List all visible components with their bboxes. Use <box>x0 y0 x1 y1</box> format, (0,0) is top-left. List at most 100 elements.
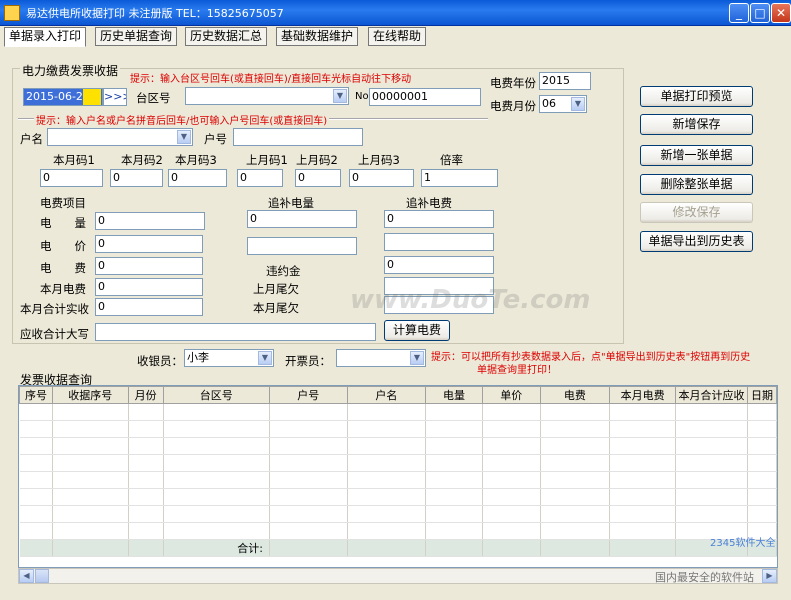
delete-receipt-button[interactable]: 删除整张单据 <box>640 174 753 195</box>
supp-kwh-field-2[interactable] <box>247 237 357 255</box>
scroll-left-icon[interactable]: ◀ <box>19 569 34 583</box>
month-total-field[interactable]: 0 <box>95 298 203 316</box>
date-arrow-button[interactable]: >>> <box>103 88 127 106</box>
table-cell[interactable] <box>347 454 427 472</box>
close-button[interactable]: ✕ <box>771 3 791 23</box>
table-cell[interactable] <box>52 505 129 523</box>
table-cell[interactable] <box>19 505 53 523</box>
table-cell[interactable] <box>540 488 611 506</box>
table-cell[interactable] <box>269 454 348 472</box>
add-save-button[interactable]: 新增保存 <box>640 114 753 135</box>
supp-kwh-field[interactable]: 0 <box>247 210 357 228</box>
table-cell[interactable] <box>675 488 748 506</box>
table-cell[interactable] <box>269 403 348 421</box>
table-cell[interactable] <box>269 505 348 523</box>
col-header[interactable]: 单价 <box>481 386 541 404</box>
table-cell[interactable] <box>163 420 271 438</box>
table-cell[interactable] <box>52 403 129 421</box>
name-select[interactable]: ▼ <box>47 128 193 146</box>
tab-basic-data[interactable]: 基础数据维护 <box>276 27 358 46</box>
table-cell[interactable] <box>347 471 427 489</box>
table-cell[interactable] <box>425 522 483 540</box>
total-caps-field[interactable] <box>95 323 376 341</box>
print-preview-button[interactable]: 单据打印预览 <box>640 86 753 107</box>
table-cell[interactable] <box>19 420 53 438</box>
table-cell[interactable] <box>482 437 541 455</box>
table-cell[interactable] <box>128 420 164 438</box>
table-cell[interactable] <box>52 471 129 489</box>
table-row[interactable] <box>19 454 777 472</box>
table-row[interactable] <box>19 403 777 421</box>
table-cell[interactable] <box>347 437 427 455</box>
cashier-select[interactable]: 小李 ▼ <box>184 349 274 367</box>
table-cell[interactable] <box>425 505 483 523</box>
col-header[interactable]: 序号 <box>19 386 53 404</box>
table-cell[interactable] <box>609 471 677 489</box>
table-cell[interactable] <box>609 403 677 421</box>
table-cell[interactable] <box>347 505 427 523</box>
table-cell[interactable] <box>747 471 777 489</box>
issuer-select[interactable]: ▼ <box>336 349 426 367</box>
scroll-right-icon[interactable]: ▶ <box>762 569 777 583</box>
table-cell[interactable] <box>163 454 271 472</box>
table-cell[interactable] <box>425 437 483 455</box>
meter-prev2-field[interactable]: 0 <box>295 169 341 187</box>
table-cell[interactable] <box>609 454 677 472</box>
chevron-down-icon[interactable]: ▼ <box>571 97 585 111</box>
table-row[interactable] <box>19 437 777 455</box>
table-cell[interactable] <box>19 403 53 421</box>
table-cell[interactable] <box>19 522 53 540</box>
table-cell[interactable] <box>52 420 129 438</box>
table-cell[interactable] <box>347 488 427 506</box>
fee-field[interactable]: 0 <box>95 257 203 275</box>
table-cell[interactable] <box>540 437 611 455</box>
table-cell[interactable] <box>540 403 611 421</box>
table-cell[interactable] <box>425 454 483 472</box>
supp-fee-field-2[interactable] <box>384 233 494 251</box>
year-field[interactable]: 2015 <box>539 72 591 90</box>
table-cell[interactable] <box>269 522 348 540</box>
supp-fee-field[interactable]: 0 <box>384 210 494 228</box>
tab-history-summary[interactable]: 历史数据汇总 <box>185 27 267 46</box>
table-cell[interactable] <box>540 522 611 540</box>
table-cell[interactable] <box>128 437 164 455</box>
table-row[interactable] <box>19 505 777 523</box>
price-field[interactable]: 0 <box>95 235 203 253</box>
table-cell[interactable] <box>163 488 271 506</box>
table-cell[interactable] <box>482 420 541 438</box>
table-cell[interactable] <box>163 403 271 421</box>
chevron-down-icon[interactable]: ▼ <box>333 89 347 103</box>
table-cell[interactable] <box>609 488 677 506</box>
maximize-button[interactable]: □ <box>750 3 770 23</box>
table-cell[interactable] <box>347 403 427 421</box>
col-header[interactable]: 月份 <box>127 386 164 404</box>
meter-curr2-field[interactable]: 0 <box>110 169 163 187</box>
receipt-no-field[interactable]: 00000001 <box>369 88 481 106</box>
table-cell[interactable] <box>609 420 677 438</box>
table-cell[interactable] <box>347 522 427 540</box>
table-cell[interactable] <box>540 505 611 523</box>
table-cell[interactable] <box>19 471 53 489</box>
table-cell[interactable] <box>482 488 541 506</box>
edit-save-button[interactable]: 修改保存 <box>640 202 753 223</box>
table-row[interactable] <box>19 522 777 540</box>
table-cell[interactable] <box>609 522 677 540</box>
table-cell[interactable] <box>609 437 677 455</box>
tab-entry-print[interactable]: 单据录入打印 <box>4 27 86 47</box>
table-cell[interactable] <box>482 471 541 489</box>
table-cell[interactable] <box>269 471 348 489</box>
table-row[interactable] <box>19 488 777 506</box>
export-history-button[interactable]: 单据导出到历史表 <box>640 231 753 252</box>
table-cell[interactable] <box>747 403 777 421</box>
table-cell[interactable] <box>425 488 483 506</box>
table-cell[interactable] <box>675 454 748 472</box>
table-row[interactable] <box>19 420 777 438</box>
table-cell[interactable] <box>163 471 271 489</box>
scroll-thumb[interactable] <box>35 569 49 583</box>
table-cell[interactable] <box>747 420 777 438</box>
penalty-field[interactable]: 0 <box>384 256 494 274</box>
col-header[interactable]: 户名 <box>346 386 427 404</box>
col-header[interactable]: 电量 <box>425 386 483 404</box>
col-header[interactable]: 日期 <box>746 386 777 404</box>
table-cell[interactable] <box>425 471 483 489</box>
